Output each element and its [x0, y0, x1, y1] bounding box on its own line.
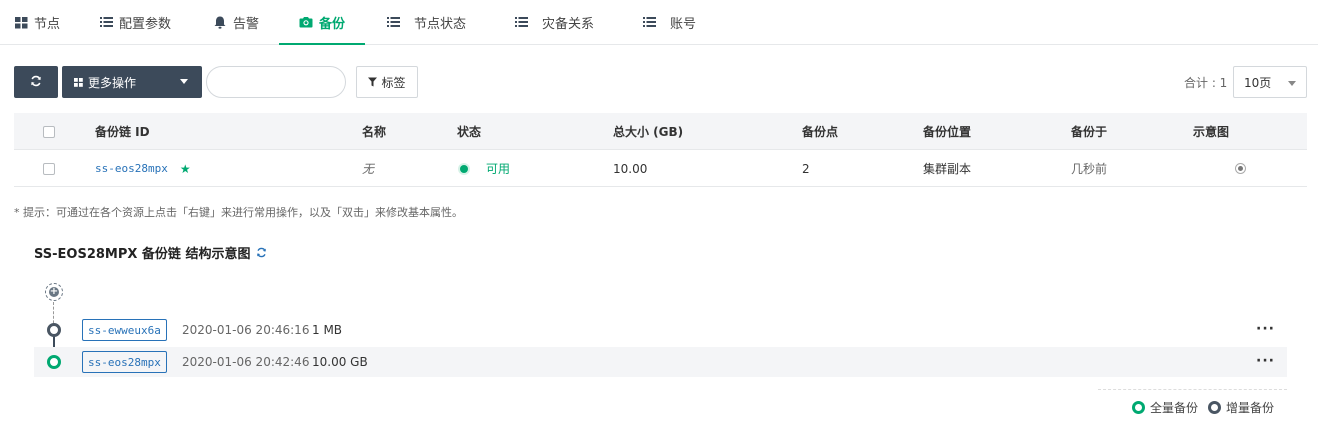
status-dot-icon — [460, 164, 468, 173]
legend: 全量备份 增量备份 — [1132, 399, 1274, 416]
chain-diagram-title: SS-EOS28MPX 备份链 结构示意图 — [34, 243, 267, 262]
tab-backup[interactable]: 备份 — [278, 0, 366, 45]
status-cell: 可用 — [460, 150, 510, 187]
tab-label: 配置参数 — [119, 16, 172, 32]
add-backup-node[interactable]: + — [45, 283, 63, 301]
list-icon — [514, 15, 528, 29]
hint-text: * 提示：可通过在各个资源上点击「右键」来进行常用操作，以及「双击」来修改基本属… — [14, 206, 463, 219]
full-node-icon — [47, 355, 61, 369]
tab-dr-relation[interactable]: 灾备关系 — [514, 0, 594, 44]
tab-label: 告警 — [233, 16, 260, 32]
col-status[interactable]: 状态 — [457, 113, 481, 150]
location-cell: 集群副本 — [923, 162, 972, 176]
row-checkbox[interactable] — [43, 150, 55, 187]
tab-alarm[interactable]: 告警 — [213, 0, 259, 44]
status-text: 可用 — [486, 162, 511, 176]
backup-point-id[interactable]: ss-eos28mpx — [82, 351, 167, 373]
camera-icon — [299, 15, 313, 29]
table-header: 备份链 ID 名称 状态 总大小 (GB) 备份点 备份位置 备份于 示意图 — [14, 113, 1307, 150]
tab-label: 备份 — [319, 16, 346, 32]
grid-icon — [14, 15, 28, 29]
backup-point-time: 2020-01-06 20:46:16 — [182, 323, 310, 337]
chevron-down-icon — [180, 79, 188, 84]
radio-icon — [1235, 163, 1246, 174]
tab-bar: 节点 配置参数 告警 备份 节点状态 灾备关系 账号 — [0, 0, 1318, 45]
chain-title-text: SS-EOS28MPX 备份链 结构示意图 — [34, 247, 251, 262]
tab-config[interactable]: 配置参数 — [99, 0, 171, 44]
filter-icon — [368, 77, 378, 87]
tab-label: 账号 — [670, 16, 697, 32]
col-chain-id[interactable]: 备份链 ID — [95, 113, 150, 150]
backup-point-row[interactable]: ss-ewweux6a 2020-01-06 20:46:16 1 MB ··· — [34, 315, 1287, 345]
backup-point-time: 2020-01-06 20:42:46 — [182, 355, 310, 369]
col-location[interactable]: 备份位置 — [923, 113, 971, 150]
grid-icon — [74, 77, 83, 87]
chain-id-cell: ss-eos28mpx ★ — [95, 150, 191, 187]
col-total-size[interactable]: 总大小 (GB) — [613, 113, 683, 150]
total-count: 合计 : 1 — [1184, 76, 1228, 90]
list-icon — [386, 15, 400, 29]
refresh-icon[interactable] — [256, 247, 267, 258]
more-actions-label: 更多操作 — [88, 75, 137, 90]
size-cell: 10.00 — [613, 161, 648, 176]
list-icon — [642, 15, 656, 29]
tab-label: 灾备关系 — [542, 16, 595, 32]
points-cell: 2 — [802, 161, 810, 176]
search-input[interactable] — [206, 66, 346, 98]
backup-point-row[interactable]: ss-eos28mpx 2020-01-06 20:42:46 10.00 GB… — [34, 347, 1287, 377]
backup-point-id[interactable]: ss-ewweux6a — [82, 319, 167, 341]
legend-divider — [1098, 389, 1287, 390]
bell-icon — [213, 15, 227, 29]
incremental-node-icon — [47, 323, 61, 337]
legend-full-label: 全量备份 — [1150, 401, 1199, 415]
backup-point-size: 1 MB — [312, 323, 343, 337]
list-icon — [99, 15, 113, 29]
tab-label: 节点 — [34, 16, 61, 32]
plus-icon: + — [49, 286, 59, 297]
tag-filter-button[interactable]: 标签 — [356, 66, 418, 98]
more-icon[interactable]: ··· — [1256, 321, 1275, 337]
page-size-select[interactable]: 10页 — [1233, 66, 1307, 98]
chevron-down-icon — [1288, 81, 1296, 86]
tab-node-status[interactable]: 节点状态 — [386, 0, 466, 44]
refresh-button[interactable] — [14, 66, 58, 98]
page-size-value: 10页 — [1244, 75, 1272, 90]
legend-incr-label: 增量备份 — [1226, 401, 1275, 415]
backup-point-size: 10.00 GB — [312, 355, 368, 369]
refresh-icon — [30, 75, 42, 90]
full-backup-legend-icon — [1132, 401, 1145, 414]
incremental-backup-legend-icon — [1208, 401, 1222, 414]
more-actions-button[interactable]: 更多操作 — [62, 66, 202, 98]
col-backup-points[interactable]: 备份点 — [802, 113, 838, 150]
name-cell: 无 — [362, 162, 375, 176]
star-icon: ★ — [179, 161, 191, 176]
col-diagram: 示意图 — [1193, 125, 1230, 139]
table-row[interactable]: ss-eos28mpx ★ 无 可用 10.00 2 集群副本 几秒前 — [14, 150, 1307, 187]
tab-account[interactable]: 账号 — [642, 0, 696, 44]
diagram-radio[interactable] — [1235, 150, 1246, 187]
col-backup-time[interactable]: 备份于 — [1071, 113, 1107, 150]
tab-nodes[interactable]: 节点 — [14, 0, 60, 44]
time-cell: 几秒前 — [1071, 162, 1108, 176]
select-all-checkbox[interactable] — [43, 113, 55, 150]
col-name[interactable]: 名称 — [362, 113, 386, 150]
tab-label: 节点状态 — [414, 16, 467, 32]
tag-filter-label: 标签 — [381, 75, 406, 90]
chain-id-link[interactable]: ss-eos28mpx — [95, 162, 168, 175]
more-icon[interactable]: ··· — [1256, 353, 1275, 369]
